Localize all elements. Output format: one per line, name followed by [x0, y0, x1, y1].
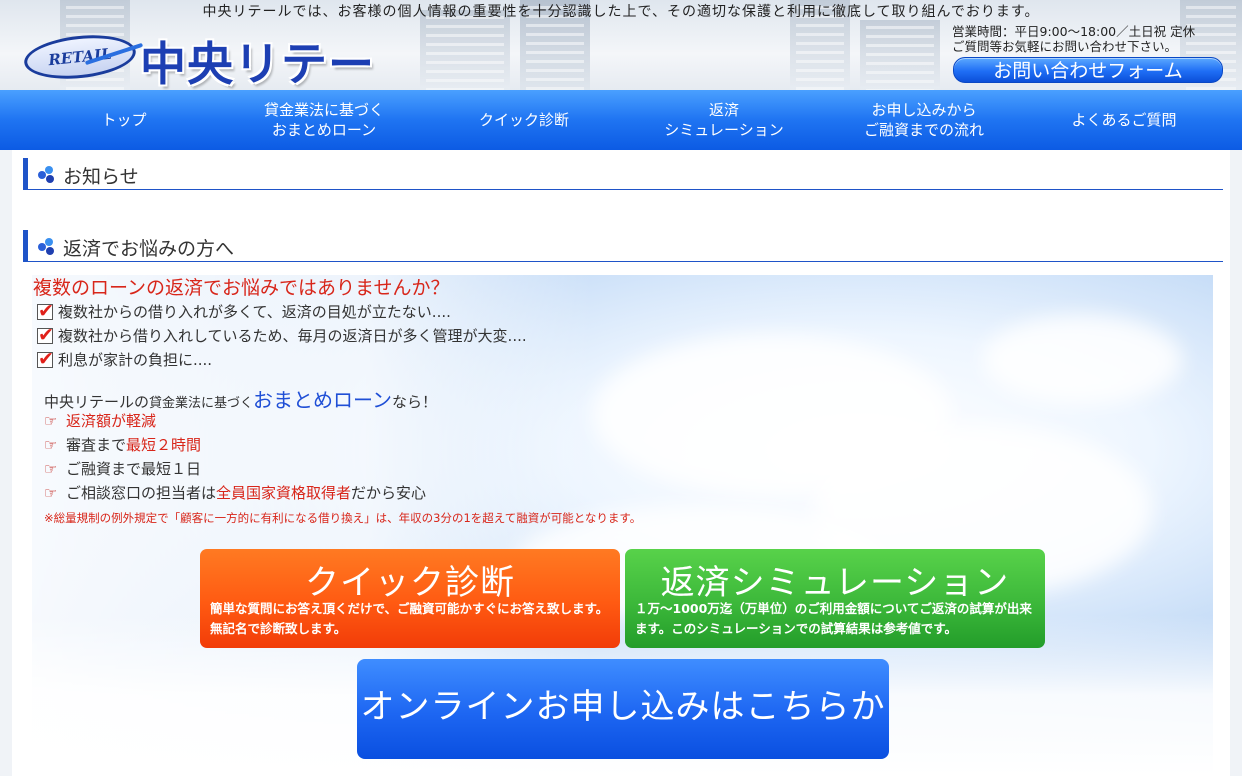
nav-item-consolidation-loan[interactable]: 貸金業法に基づく おまとめローン [224, 90, 424, 150]
check-item: 複数社から借り入れしているため、毎月の返済日が多く管理が大変.... [37, 324, 527, 346]
section-heading: お知らせ [63, 166, 139, 188]
retail-logo-mark: RETAIL [22, 30, 138, 84]
contact-form-button[interactable]: お問い合わせフォーム [953, 57, 1223, 83]
site-logo[interactable]: RETAIL 中央リテール [22, 28, 414, 90]
button-description: １万～1000万迄（万単位）のご利用金額についてご返済の試算が出来ます。このシミ… [635, 601, 1032, 636]
bullet-dots-icon [38, 166, 58, 184]
repayment-simulation-button[interactable]: 返済シミュレーション １万～1000万迄（万単位）のご利用金額についてご返済の試… [625, 549, 1045, 648]
nav-item-application-flow[interactable]: お申し込みから ご融資までの流れ [824, 90, 1024, 150]
bullet-dots-icon [38, 238, 58, 256]
nav-item-repayment-simulation[interactable]: 返済 シミュレーション [624, 90, 824, 150]
hero-question: 複数のローンの返済でお悩みではありませんか？ [33, 277, 450, 299]
hours-line: 営業時間：平日9:00～18:00／土日祝 定休 [952, 24, 1196, 39]
button-description: 簡単な質問にお答え頂くだけで、ご融資可能かすぐにお答え致します。無記名で診断致し… [210, 601, 609, 636]
pointing-hand-icon: ☞ [44, 436, 58, 454]
global-nav: トップ 貸金業法に基づく おまとめローン クイック診断 返済 シミュレーション お申… [0, 90, 1242, 150]
button-title: クイック診断 [305, 563, 515, 603]
lead-text: 中央リテールの貸金業法に基づくおまとめローンなら！ [44, 388, 438, 412]
checkbox-checked-icon [37, 324, 54, 346]
building-decoration [860, 20, 940, 90]
nav-item-quick-diagnosis[interactable]: クイック診断 [424, 90, 624, 150]
benefit-item: ☞ ご相談窓口の担当者は全員国家資格取得者だから安心 [44, 484, 427, 502]
repayment-section-title: 返済でお悩みの方へ [23, 230, 1223, 262]
checkbox-checked-icon [37, 300, 54, 322]
regulation-note: ※総量規制の例外規定で「顧客に一方的に有利になる借り換え」は、年収の3分の1を超… [44, 511, 642, 525]
inquiry-line: ご質問等お気軽にお問い合わせ下さい。 [952, 39, 1178, 54]
pointing-hand-icon: ☞ [44, 484, 58, 502]
logo-text: 中央リテール [140, 37, 375, 90]
pointing-hand-icon: ☞ [44, 460, 58, 478]
building-decoration [420, 10, 510, 90]
nav-item-top[interactable]: トップ [24, 90, 224, 150]
privacy-notice: 中央リテールでは、お客様の個人情報の重要性を十分認識した上で、その適切な保護と利… [202, 4, 1040, 20]
checkbox-checked-icon [37, 348, 54, 370]
pointing-hand-icon: ☞ [44, 412, 58, 430]
check-item: 利息が家計の負担に.... [37, 348, 212, 370]
nav-item-faq[interactable]: よくあるご質問 [1024, 90, 1224, 150]
section-heading: 返済でお悩みの方へ [63, 238, 235, 260]
news-section-title: お知らせ [23, 158, 1223, 190]
online-application-button[interactable]: オンラインお申し込みはこちらから [357, 659, 889, 759]
quick-diagnosis-button[interactable]: クイック診断 簡単な質問にお答え頂くだけで、ご融資可能かすぐにお答え致します。無… [200, 549, 620, 648]
benefit-item: ☞ 返済額が軽減 [44, 412, 157, 430]
business-hours: 営業時間：平日9:00～18:00／土日祝 定休 ご質問等お気軽にお問い合わせ下… [952, 24, 1195, 54]
benefit-item: ☞ 審査まで最短２時間 [44, 436, 202, 454]
check-item: 複数社からの借り入れが多くて、返済の目処が立たない.... [37, 300, 451, 322]
benefit-item: ☞ ご融資まで最短１日 [44, 460, 202, 478]
button-title: 返済シミュレーション [660, 563, 1010, 603]
site-header: 中央リテールでは、お客様の個人情報の重要性を十分認識した上で、その適切な保護と利… [0, 0, 1242, 90]
